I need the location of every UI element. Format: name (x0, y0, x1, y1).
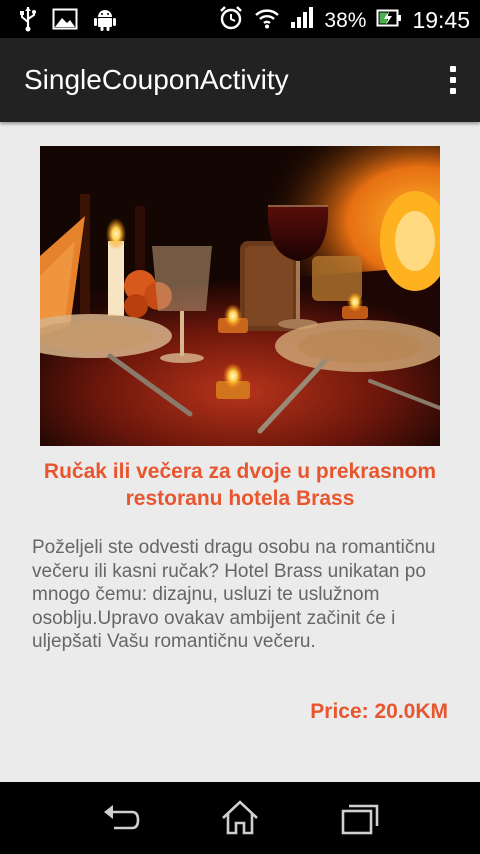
activity-title: SingleCouponActivity (24, 64, 289, 95)
back-button[interactable] (98, 798, 142, 838)
navigation-bar (0, 782, 480, 854)
recent-apps-button[interactable] (338, 798, 382, 838)
home-button[interactable] (218, 798, 262, 838)
android-icon (92, 6, 118, 37)
home-icon (222, 800, 258, 835)
coupon-price: Price: 20.0KM (310, 700, 448, 723)
image-icon (52, 7, 78, 36)
battery-charging-icon (376, 8, 402, 33)
coupon-image (12, 146, 450, 446)
coupon-description: Poželjeli ste odvesti dragu osobu na rom… (32, 537, 436, 652)
coupon-title: Ručak ili večera za dvoje u prekrasnom r… (43, 460, 437, 510)
more-vertical-icon (450, 66, 456, 72)
back-icon (104, 805, 140, 830)
battery-percent: 38% (324, 8, 367, 32)
more-vertical-icon-dot (450, 88, 456, 94)
more-vertical-icon-dot (450, 77, 456, 83)
clock: 19:45 (412, 7, 470, 33)
recent-apps-icon (341, 804, 379, 835)
usb-icon (18, 6, 38, 37)
action-bar: SingleCouponActivity (0, 38, 480, 122)
alarm-clock-icon (218, 5, 244, 36)
status-bar: 38% 19:45 (0, 0, 480, 38)
signal-icon (290, 7, 314, 34)
overflow-menu-button[interactable] (440, 62, 466, 98)
wifi-icon (254, 7, 280, 34)
